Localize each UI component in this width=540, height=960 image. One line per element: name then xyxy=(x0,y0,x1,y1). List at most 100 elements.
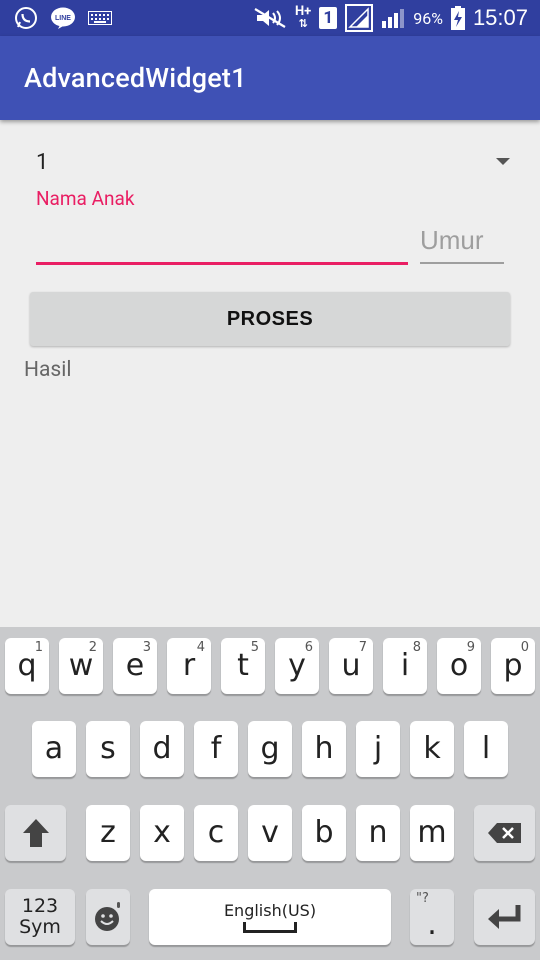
key-label: i xyxy=(400,648,410,683)
spinner-value: 1 xyxy=(36,150,49,175)
period-key[interactable]: "? . xyxy=(410,889,454,945)
key-label: v xyxy=(261,815,279,850)
emoji-key[interactable] xyxy=(86,889,130,945)
key-hint: 6 xyxy=(304,640,313,655)
app-bar: AdvancedWidget1 xyxy=(0,36,540,120)
notification-icons: LINE xyxy=(14,6,112,30)
symbols-key-label-1: 123 xyxy=(21,895,59,917)
enter-icon xyxy=(487,905,520,929)
key-hint: 1 xyxy=(34,640,43,655)
key-hint: 3 xyxy=(142,640,151,655)
sim-slot-label: 1 xyxy=(323,8,334,28)
mute-icon xyxy=(253,7,287,29)
key-label: y xyxy=(288,648,306,683)
key-b[interactable]: b xyxy=(302,805,346,861)
key-label: r xyxy=(182,648,196,683)
app-title: AdvancedWidget1 xyxy=(24,62,247,94)
key-label: d xyxy=(152,731,172,766)
battery-percent: 96% xyxy=(413,8,443,28)
key-p[interactable]: 0p xyxy=(491,638,535,694)
svg-text:LINE: LINE xyxy=(55,15,71,22)
process-button[interactable]: PROSES xyxy=(30,292,510,346)
backspace-key[interactable] xyxy=(474,805,535,861)
whatsapp-icon xyxy=(14,6,38,30)
key-hint: 5 xyxy=(250,640,259,655)
emoji-icon xyxy=(95,902,120,931)
key-e[interactable]: 3e xyxy=(113,638,157,694)
key-o[interactable]: 9o xyxy=(437,638,481,694)
symbols-key[interactable]: 123 Sym xyxy=(5,889,75,945)
status-bar: LINE H+ ⇅ 1 96% 15:07 xyxy=(0,0,540,36)
key-c[interactable]: c xyxy=(194,805,238,861)
child-count-spinner[interactable]: 1 xyxy=(36,146,510,182)
key-label: h xyxy=(314,731,334,766)
key-g[interactable]: g xyxy=(248,721,292,777)
key-t[interactable]: 5t xyxy=(221,638,265,694)
battery-charging-icon xyxy=(450,6,465,30)
key-s[interactable]: s xyxy=(86,721,130,777)
key-label: t xyxy=(237,648,249,683)
period-key-hint: "? xyxy=(416,891,429,906)
key-label: q xyxy=(17,648,37,683)
key-label: g xyxy=(260,731,280,766)
key-hint: 7 xyxy=(358,640,367,655)
key-u[interactable]: 7u xyxy=(329,638,373,694)
dropdown-arrow-icon xyxy=(496,158,510,165)
enter-key[interactable] xyxy=(474,889,535,945)
key-label: o xyxy=(449,648,469,683)
key-label: j xyxy=(373,731,383,766)
key-y[interactable]: 6y xyxy=(275,638,319,694)
key-label: l xyxy=(481,731,491,766)
key-n[interactable]: n xyxy=(356,805,400,861)
space-key[interactable]: English(US) xyxy=(149,889,391,945)
shift-key[interactable] xyxy=(5,805,66,861)
key-label: p xyxy=(503,648,523,683)
key-i[interactable]: 8i xyxy=(383,638,427,694)
shift-icon xyxy=(22,819,49,847)
space-bar-icon xyxy=(243,922,297,933)
key-label: s xyxy=(100,731,116,766)
key-h[interactable]: h xyxy=(302,721,346,777)
space-key-label: English(US) xyxy=(223,901,317,920)
age-input[interactable] xyxy=(420,218,504,264)
keyboard-icon xyxy=(88,11,112,25)
key-hint: 4 xyxy=(196,640,205,655)
network-type-icon: H+ ⇅ xyxy=(294,4,312,30)
key-j[interactable]: j xyxy=(356,721,400,777)
key-label: f xyxy=(210,731,222,766)
key-a[interactable]: a xyxy=(32,721,76,777)
child-name-input[interactable] xyxy=(36,218,408,265)
soft-keyboard: 1q 2w 3e 4r 5t 6y 7u 8i 9o 0p a s d f g … xyxy=(0,627,540,960)
name-field-label: Nama Anak xyxy=(36,187,135,210)
signal-icon xyxy=(345,4,374,32)
key-l[interactable]: l xyxy=(464,721,508,777)
clock: 15:07 xyxy=(472,5,528,30)
key-w[interactable]: 2w xyxy=(59,638,103,694)
key-label: a xyxy=(44,731,64,766)
key-label: w xyxy=(68,648,94,683)
key-m[interactable]: m xyxy=(410,805,454,861)
symbols-key-label-2: Sym xyxy=(19,916,61,938)
backspace-icon xyxy=(487,823,521,843)
key-hint: 8 xyxy=(412,640,421,655)
key-k[interactable]: k xyxy=(410,721,454,777)
key-d[interactable]: d xyxy=(140,721,184,777)
signal-icon-2 xyxy=(381,7,405,29)
key-z[interactable]: z xyxy=(86,805,130,861)
result-text: Hasil xyxy=(24,358,72,382)
key-q[interactable]: 1q xyxy=(5,638,49,694)
key-hint: 9 xyxy=(466,640,475,655)
key-label: n xyxy=(368,815,388,850)
key-x[interactable]: x xyxy=(140,805,184,861)
key-hint: 0 xyxy=(520,640,529,655)
key-f[interactable]: f xyxy=(194,721,238,777)
key-label: m xyxy=(417,815,447,850)
key-hint: 2 xyxy=(88,640,97,655)
period-key-label: . xyxy=(427,907,437,942)
key-label: k xyxy=(423,731,441,766)
key-r[interactable]: 4r xyxy=(167,638,211,694)
key-v[interactable]: v xyxy=(248,805,292,861)
key-label: x xyxy=(153,815,171,850)
sim-icon: 1 xyxy=(319,7,338,29)
key-label: z xyxy=(100,815,116,850)
